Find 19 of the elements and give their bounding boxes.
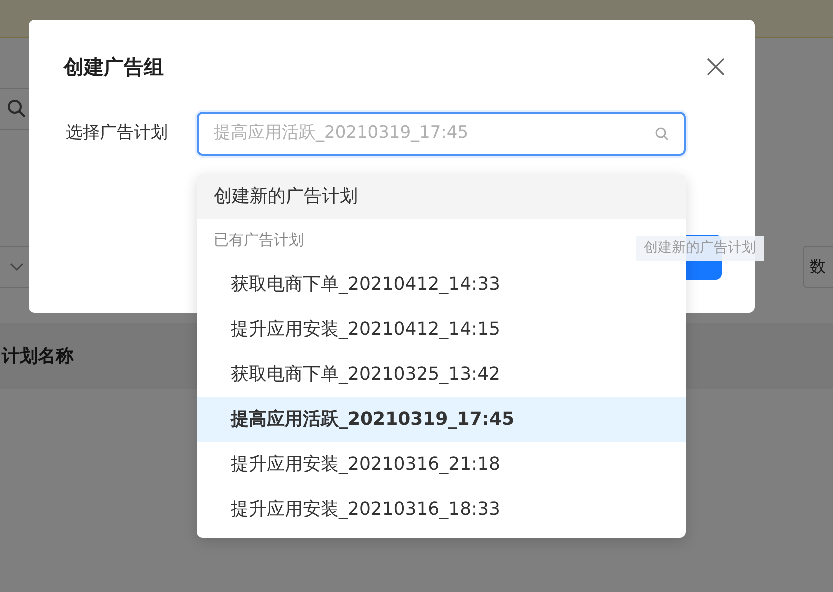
- side-button[interactable]: 数: [803, 246, 833, 288]
- dropdown-option[interactable]: 获取电商下单_20210325_13:42: [197, 352, 686, 397]
- dropdown-option[interactable]: 提升应用安装_20210316_18:33: [197, 487, 686, 532]
- search-icon: [655, 127, 669, 141]
- field-label: 选择广告计划: [66, 122, 169, 146]
- create-option[interactable]: 创建新的广告计划: [197, 174, 686, 219]
- drag-ghost: 创建新的广告计划: [636, 236, 764, 261]
- close-icon: [707, 58, 725, 76]
- search-icon: [7, 99, 27, 119]
- group-label: 已有广告计划: [214, 230, 304, 252]
- column-header: 计划名称: [2, 344, 74, 368]
- search-field[interactable]: 提高应用活跃_20210319_17:45: [197, 112, 686, 156]
- dropdown-option[interactable]: 获取电商下单_20210412_14:33: [197, 262, 686, 307]
- dialog-title: 创建广告组: [64, 54, 164, 81]
- dropdown-option[interactable]: 提升应用安装_20210412_14:15: [197, 307, 686, 352]
- search-input[interactable]: 提高应用活跃_20210319_17:45: [214, 121, 655, 147]
- dropdown-option[interactable]: 提升应用安装_20210316_21:18: [197, 442, 686, 487]
- dropdown-option[interactable]: 提高应用活跃_20210319_17:45: [197, 397, 686, 442]
- chevron-down-icon: [10, 262, 24, 272]
